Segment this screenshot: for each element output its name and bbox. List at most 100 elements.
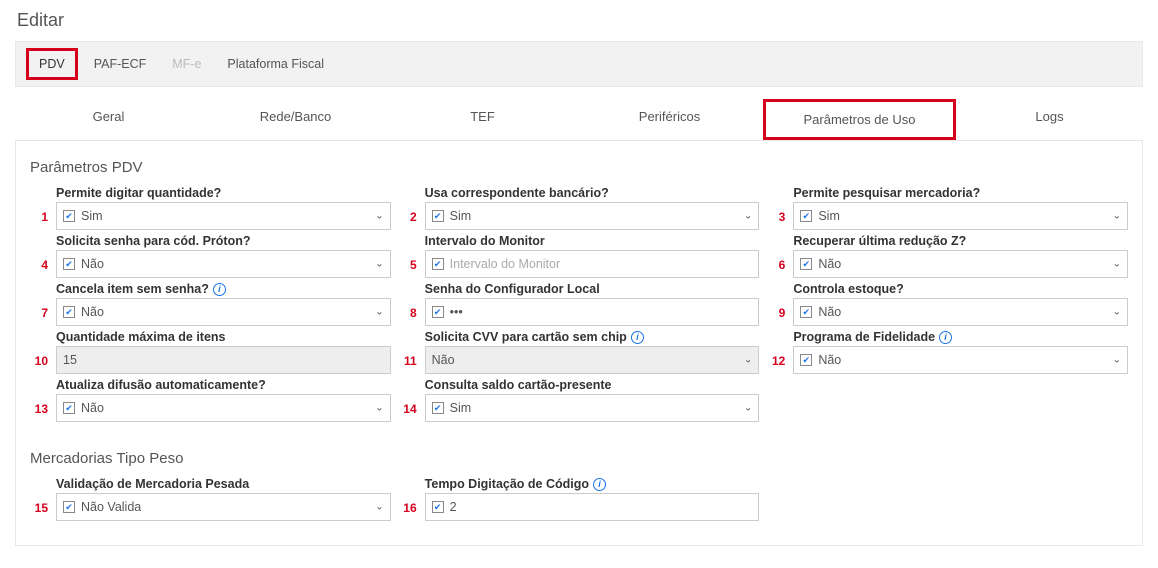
page-title: Editar [17,10,1143,31]
field-number: 2 [399,186,417,224]
label-solicita-cvv-sem-chip: Solicita CVV para cartão sem chip [425,330,760,344]
chevron-down-icon: ⌄ [1113,355,1121,366]
field-number: 8 [399,282,417,320]
label-cancela-item-sem-senha: Cancela item sem senha? [56,282,391,296]
fields-grid: 1 Permite digitar quantidade? Sim ⌄ 2 Us… [30,186,1128,422]
select-value: Não [432,353,455,367]
select-programa-fidelidade[interactable]: Não ⌄ [793,346,1128,374]
label-consulta-saldo-cartao-presente: Consulta saldo cartão-presente [425,378,760,392]
select-solicita-senha-cod-proton[interactable]: Não ⌄ [56,250,391,278]
input-placeholder: Intervalo do Monitor [450,257,560,271]
field-number: 7 [30,282,48,320]
checkbox-icon [800,258,812,270]
input-senha-configurador-local[interactable]: ••• [425,298,760,326]
label-atualiza-difusao-automaticamente: Atualiza difusão automaticamente? [56,378,391,392]
chevron-down-icon: ⌄ [375,502,383,513]
top-tab-bar: PDV PAF-ECF MF-e Plataforma Fiscal [15,41,1143,87]
select-solicita-cvv-sem-chip[interactable]: Não ⌄ [425,346,760,374]
input-quantidade-maxima-itens[interactable]: 15 [56,346,391,374]
tab-mfe[interactable]: MF-e [162,51,211,77]
select-value: Não [818,353,841,367]
chevron-down-icon: ⌄ [375,403,383,414]
label-usa-correspondente-bancario: Usa correspondente bancário? [425,186,760,200]
label-recuperar-ultima-reducao-z: Recuperar última redução Z? [793,234,1128,248]
subtab-logs[interactable]: Logs [956,99,1143,140]
field-number: 5 [399,234,417,272]
chevron-down-icon: ⌄ [375,307,383,318]
field-number: 15 [30,477,48,515]
label-intervalo-monitor: Intervalo do Monitor [425,234,760,248]
select-value: Não Valida [81,500,141,514]
select-cancela-item-sem-senha[interactable]: Não ⌄ [56,298,391,326]
chevron-down-icon: ⌄ [744,403,752,414]
select-value: Não [81,257,104,271]
checkbox-icon [63,306,75,318]
select-value: Sim [818,209,840,223]
chevron-down-icon: ⌄ [1113,259,1121,270]
select-permite-digitar-quantidade[interactable]: Sim ⌄ [56,202,391,230]
chevron-down-icon: ⌄ [744,355,752,366]
checkbox-icon [63,210,75,222]
input-value: 2 [450,500,457,514]
chevron-down-icon: ⌄ [744,211,752,222]
label-permite-pesquisar-mercadoria: Permite pesquisar mercadoria? [793,186,1128,200]
select-value: Não [81,305,104,319]
checkbox-icon [63,258,75,270]
label-quantidade-maxima-itens: Quantidade máxima de itens [56,330,391,344]
select-atualiza-difusao-automaticamente[interactable]: Não ⌄ [56,394,391,422]
label-programa-fidelidade: Programa de Fidelidade [793,330,1128,344]
input-intervalo-monitor[interactable]: Intervalo do Monitor [425,250,760,278]
input-value: ••• [450,305,463,319]
sub-tab-bar: Geral Rede/Banco TEF Periféricos Parâmet… [15,99,1143,141]
field-number: 12 [767,330,785,368]
section-parametros-pdv: Parâmetros PDV [30,159,1128,176]
subtab-tef[interactable]: TEF [389,99,576,140]
select-usa-correspondente-bancario[interactable]: Sim ⌄ [425,202,760,230]
field-number: 4 [30,234,48,272]
fields-grid-2: 15 Validação de Mercadoria Pesada Não Va… [30,477,1128,521]
label-text: Programa de Fidelidade [793,330,935,344]
select-consulta-saldo-cartao-presente[interactable]: Sim ⌄ [425,394,760,422]
checkbox-icon [432,306,444,318]
select-value: Sim [81,209,103,223]
select-recuperar-ultima-reducao-z[interactable]: Não ⌄ [793,250,1128,278]
select-value: Não [818,257,841,271]
label-text: Cancela item sem senha? [56,282,209,296]
subtab-perifericos[interactable]: Periféricos [576,99,763,140]
subtab-geral[interactable]: Geral [15,99,202,140]
checkbox-icon [432,402,444,414]
tab-paf-ecf[interactable]: PAF-ECF [84,51,157,77]
field-number: 13 [30,378,48,416]
chevron-down-icon: ⌄ [1113,307,1121,318]
select-validacao-mercadoria-pesada[interactable]: Não Valida ⌄ [56,493,391,521]
label-text: Solicita CVV para cartão sem chip [425,330,627,344]
select-value: Não [818,305,841,319]
select-value: Não [81,401,104,415]
checkbox-icon [63,501,75,513]
checkbox-icon [432,210,444,222]
checkbox-icon [800,354,812,366]
input-tempo-digitacao-codigo[interactable]: 2 [425,493,760,521]
section-mercadorias-tipo-peso: Mercadorias Tipo Peso [30,450,1128,467]
chevron-down-icon: ⌄ [375,211,383,222]
info-icon[interactable] [213,283,226,296]
subtab-rede-banco[interactable]: Rede/Banco [202,99,389,140]
select-value: Sim [450,401,472,415]
checkbox-icon [800,306,812,318]
field-number: 9 [767,282,785,320]
info-icon[interactable] [939,331,952,344]
select-controla-estoque[interactable]: Não ⌄ [793,298,1128,326]
field-number: 16 [399,477,417,515]
chevron-down-icon: ⌄ [1113,211,1121,222]
form-panel: Parâmetros PDV 1 Permite digitar quantid… [15,141,1143,546]
select-permite-pesquisar-mercadoria[interactable]: Sim ⌄ [793,202,1128,230]
label-validacao-mercadoria-pesada: Validação de Mercadoria Pesada [56,477,391,491]
tab-plataforma-fiscal[interactable]: Plataforma Fiscal [217,51,334,77]
subtab-parametros-uso[interactable]: Parâmetros de Uso [763,99,956,140]
field-number: 6 [767,234,785,272]
label-tempo-digitacao-codigo: Tempo Digitação de Código [425,477,760,491]
info-icon[interactable] [631,331,644,344]
tab-pdv[interactable]: PDV [26,48,78,80]
info-icon[interactable] [593,478,606,491]
label-permite-digitar-quantidade: Permite digitar quantidade? [56,186,391,200]
